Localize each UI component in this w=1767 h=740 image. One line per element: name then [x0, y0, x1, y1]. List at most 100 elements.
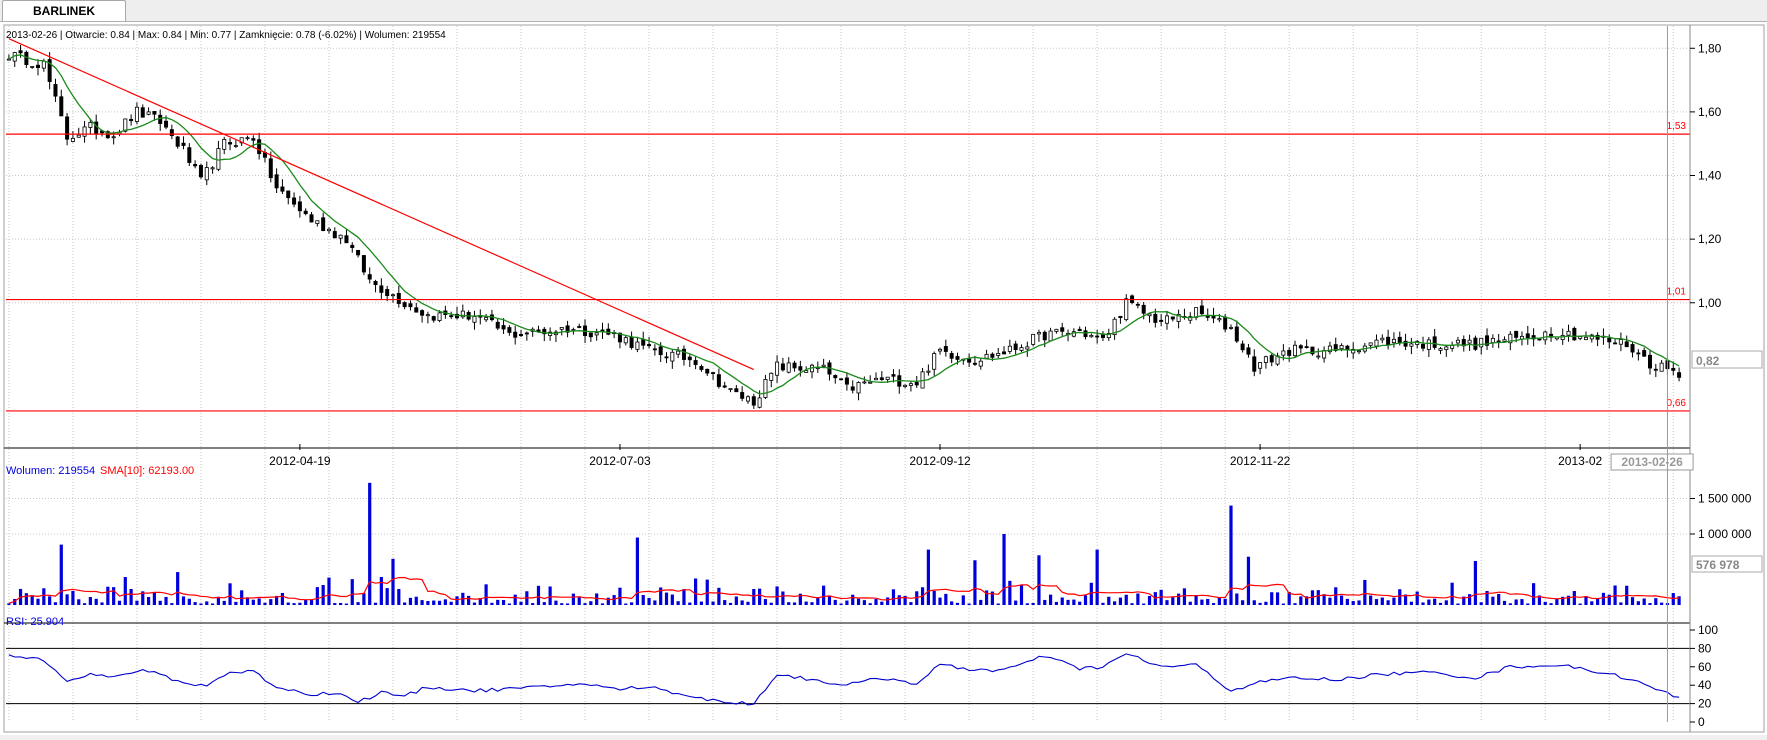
candle-body	[507, 327, 512, 333]
volume-bar	[135, 600, 139, 605]
candle-body	[868, 381, 873, 384]
candle-body	[1421, 343, 1426, 349]
candle-body	[559, 327, 564, 330]
candle-body	[344, 235, 349, 244]
volume-bar	[1281, 603, 1285, 605]
volume-bar	[501, 600, 506, 605]
candle-body	[280, 186, 285, 192]
candle-body	[222, 138, 227, 150]
volume-bar	[554, 600, 558, 605]
volume-bar	[210, 603, 215, 605]
volume-bar	[199, 603, 203, 605]
volume-bar	[1025, 603, 1029, 605]
candle-body	[1164, 315, 1169, 324]
candle-body	[1083, 330, 1088, 338]
tab-barlinek[interactable]: BARLINEK	[2, 0, 126, 21]
volume-bar	[304, 599, 308, 605]
volume-bar	[1211, 603, 1216, 605]
volume-bar	[1334, 587, 1338, 605]
volume-bar	[1526, 603, 1530, 605]
volume-bar	[1299, 596, 1303, 605]
candle-body	[1199, 305, 1204, 315]
volume-bar	[1316, 590, 1320, 605]
candle-body	[373, 281, 378, 286]
candle-body	[187, 147, 192, 163]
candle-body	[891, 374, 896, 377]
candle-body	[938, 348, 943, 352]
volume-bar	[391, 558, 395, 605]
volume-bar	[1339, 595, 1344, 605]
candle-body	[402, 302, 407, 308]
candle-body	[1013, 343, 1018, 350]
candle-body	[1234, 326, 1239, 342]
candle-body	[41, 60, 46, 69]
volume-bar	[228, 583, 232, 605]
volume-bar	[641, 594, 645, 605]
volume-bar	[1363, 579, 1367, 605]
volume-bar	[309, 599, 314, 605]
volume-bar	[484, 584, 488, 605]
volume-bar	[868, 603, 872, 605]
candle-body	[1036, 332, 1041, 335]
candle-body	[1048, 330, 1053, 342]
volume-bar	[420, 600, 424, 605]
candle-body	[1607, 337, 1612, 343]
volume-bar	[1270, 592, 1274, 605]
volume-bar	[205, 601, 209, 605]
volume-bar	[810, 602, 814, 605]
price-tick-label: 1,20	[1698, 232, 1722, 246]
candle-body	[1479, 337, 1484, 348]
volume-bar	[112, 587, 116, 605]
candle-body	[396, 292, 401, 304]
candle-body	[577, 326, 582, 328]
volume-bar	[152, 592, 156, 605]
volume-bar	[1066, 599, 1070, 605]
candle-body	[1304, 346, 1309, 349]
volume-bar	[897, 595, 901, 605]
volume-bar	[1409, 601, 1413, 605]
candle-body	[769, 372, 774, 381]
candle-body	[286, 190, 291, 199]
volume-bar	[1590, 601, 1594, 605]
candle-body	[664, 356, 669, 359]
volume-bar	[164, 596, 168, 605]
candle-body	[1653, 368, 1658, 371]
date-tick-label: 2012-04-19	[269, 454, 331, 468]
volume-bar	[263, 602, 267, 605]
candle-body	[676, 350, 681, 355]
volume-bar	[42, 588, 46, 605]
volume-bar	[1508, 603, 1512, 605]
candle-body	[390, 294, 395, 297]
volume-bar	[193, 602, 197, 605]
volume-bar	[1258, 602, 1262, 605]
candle-body	[472, 316, 477, 323]
volume-bar	[560, 603, 564, 605]
volume-bar	[123, 577, 127, 605]
candle-body	[1246, 347, 1251, 355]
candle-body	[635, 341, 640, 350]
candle-body	[588, 332, 593, 338]
volume-bar	[600, 603, 605, 605]
candle-body	[309, 214, 314, 223]
candle-body	[1252, 356, 1257, 372]
candle-body	[728, 388, 733, 391]
volume-bar	[1660, 602, 1664, 605]
volume-bar	[531, 603, 535, 605]
volume-bar	[1078, 601, 1082, 605]
volume-bar	[1636, 601, 1640, 605]
volume-bar	[1572, 591, 1576, 605]
volume-bar	[1630, 597, 1635, 605]
volume-bar	[938, 597, 942, 605]
volume-bar	[961, 595, 965, 605]
volume-bar	[932, 590, 936, 605]
candle-body	[1426, 339, 1431, 350]
candle-body	[647, 344, 652, 347]
chart-area[interactable]: 1,53 1,01 0,66 1,80 1,60 1,40 1,20 1,00 2012-04…	[0, 22, 1767, 735]
volume-bar	[758, 588, 762, 605]
candle-body	[251, 138, 256, 141]
volume-bar	[129, 588, 133, 605]
volume-bar	[350, 579, 354, 605]
candle-body	[425, 314, 430, 317]
horizontal-level-label: 1,53	[1667, 121, 1687, 132]
horizontal-level-label: 0,66	[1667, 398, 1687, 409]
